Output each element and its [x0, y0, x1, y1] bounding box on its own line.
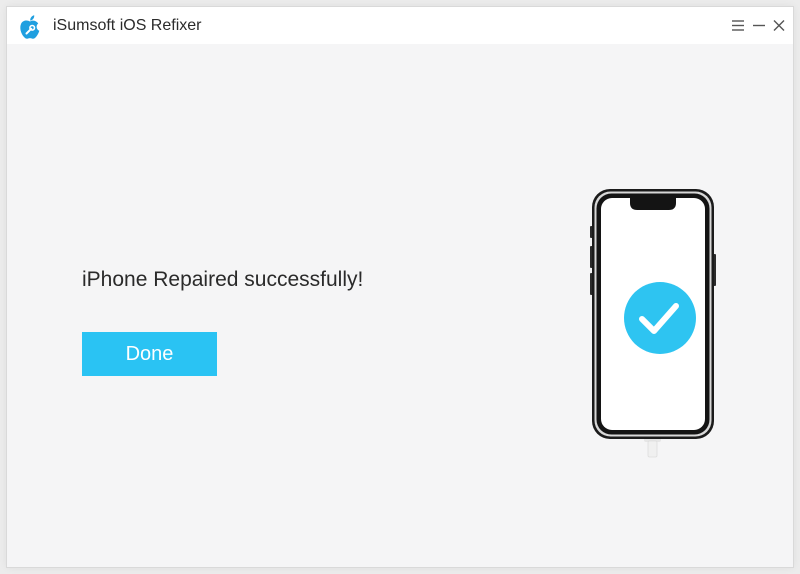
close-icon[interactable] [770, 16, 788, 34]
title-bar[interactable]: iSumsoft iOS Refixer [7, 7, 793, 44]
check-icon [624, 282, 696, 354]
done-button[interactable]: Done [82, 332, 217, 376]
iphone-illustration [590, 188, 716, 463]
app-window: iSumsoft iOS Refixer iPhone Repaired suc… [7, 7, 793, 567]
app-title: iSumsoft iOS Refixer [53, 17, 202, 34]
app-logo-icon [18, 14, 42, 40]
repair-success-message: iPhone Repaired successfully! [82, 268, 364, 291]
hamburger-menu-icon[interactable] [729, 16, 747, 34]
minimize-icon[interactable] [750, 16, 768, 34]
